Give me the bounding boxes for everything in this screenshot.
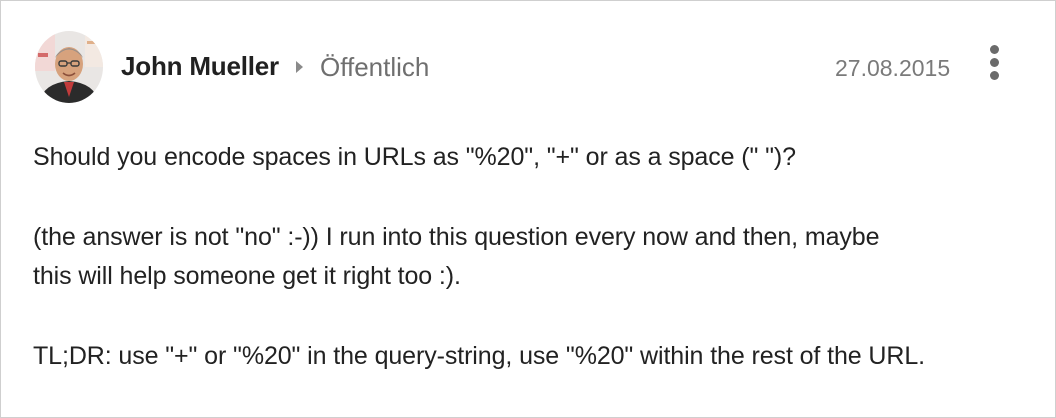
audience-label[interactable]: Öffentlich [320, 52, 429, 83]
chevron-right-icon [296, 61, 303, 73]
avatar-photo-icon [35, 31, 103, 103]
post-card: John Mueller Öffentlich 27.08.2015 Shoul… [0, 0, 1056, 418]
post-text-line-4: TL;DR: use "+" or "%20" in the query-str… [33, 342, 925, 370]
more-options-button[interactable] [981, 43, 1009, 83]
post-date: 27.08.2015 [835, 55, 951, 81]
post-text-line-1: Should you encode spaces in URLs as "%20… [33, 143, 796, 171]
author-name[interactable]: John Mueller [121, 51, 279, 82]
post-text-line-3: this will help someone get it right too … [33, 262, 461, 290]
post-text-line-2: (the answer is not "no" :-)) I run into … [33, 223, 880, 251]
author-avatar[interactable] [35, 31, 103, 103]
